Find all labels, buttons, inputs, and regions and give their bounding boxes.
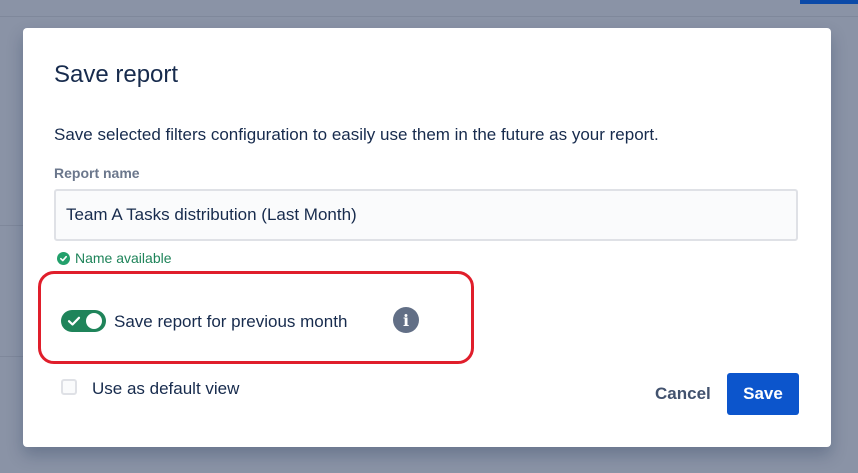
report-name-label: Report name	[54, 165, 140, 181]
previous-month-toggle[interactable]	[61, 310, 106, 332]
name-validation-message: Name available	[57, 250, 172, 266]
save-button[interactable]: Save	[727, 373, 799, 415]
check-circle-icon	[57, 251, 70, 265]
validation-text: Name available	[75, 250, 172, 266]
dialog-description: Save selected filters configuration to e…	[54, 125, 659, 144]
default-view-checkbox-label: Use as default view	[92, 379, 240, 398]
dialog-title: Save report	[54, 61, 179, 88]
cancel-button[interactable]: Cancel	[647, 373, 719, 415]
info-icon[interactable]: i	[393, 307, 419, 333]
background-divider	[0, 16, 858, 17]
background-divider	[0, 225, 23, 226]
background-button	[800, 0, 858, 4]
checkmark-icon	[67, 316, 81, 326]
default-view-checkbox[interactable]	[61, 379, 77, 395]
toggle-knob	[86, 313, 102, 329]
previous-month-toggle-label: Save report for previous month	[114, 312, 348, 331]
save-report-dialog: Save report Save selected filters config…	[23, 28, 831, 447]
report-name-input[interactable]	[54, 189, 798, 241]
background-divider	[0, 356, 23, 357]
